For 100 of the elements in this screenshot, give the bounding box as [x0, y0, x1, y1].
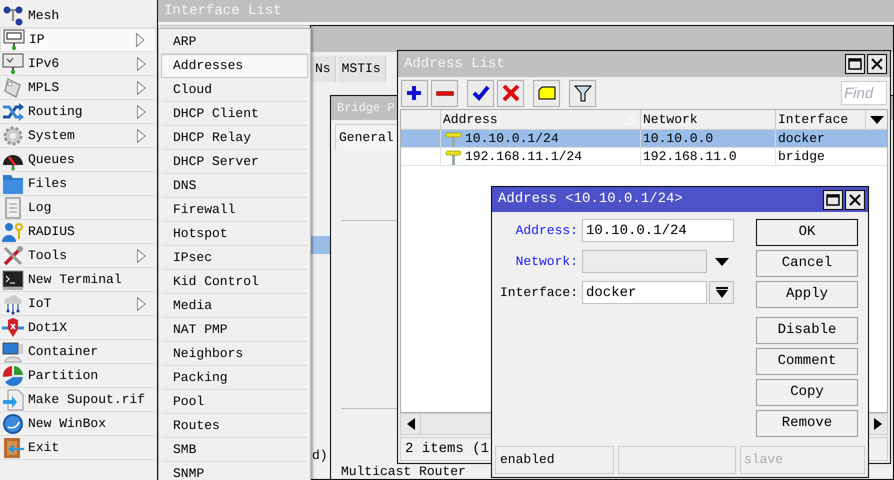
menu-item[interactable]: Log — [0, 196, 156, 220]
status-text: d) — [312, 447, 328, 465]
shield-icon — [2, 316, 24, 338]
menu-item[interactable]: Make Supout.rif — [0, 388, 156, 412]
close-button[interactable] — [845, 190, 865, 210]
tab[interactable]: General — [335, 124, 398, 150]
tab[interactable]: MSTIs — [338, 56, 386, 82]
status-text: 2 items (1 — [405, 440, 490, 458]
dialog-button[interactable]: Disable — [756, 317, 858, 344]
remove-button[interactable] — [431, 80, 458, 106]
dialog-button[interactable]: Comment — [756, 348, 858, 375]
menu-item[interactable]: IPv6 — [0, 52, 156, 76]
person-key-icon — [2, 220, 24, 242]
dialog-button[interactable]: Apply — [756, 281, 858, 308]
table-cell-text: 192.168.11.1/24 — [465, 148, 582, 166]
menu-item[interactable]: MPLS — [0, 76, 156, 100]
dialog-button[interactable]: Cancel — [756, 250, 858, 277]
menu-item[interactable]: Pool — [161, 390, 308, 414]
circle-logo-icon — [2, 412, 24, 434]
column-header[interactable]: Interface — [776, 110, 866, 129]
menu-item[interactable]: Neighbors — [161, 342, 308, 366]
menu-item[interactable]: IPsec — [161, 246, 308, 270]
selected-row[interactable] — [311, 236, 331, 254]
cloud-icon — [2, 292, 24, 314]
maximize-button[interactable] — [823, 190, 843, 210]
menu-item[interactable]: Kid Control — [161, 270, 308, 294]
monitor-icon — [2, 340, 24, 362]
close-icon — [871, 58, 883, 70]
input-field[interactable]: docker — [582, 281, 707, 304]
maximize-icon — [848, 58, 862, 70]
pin-icon — [445, 130, 461, 146]
maximize-icon — [826, 194, 840, 206]
table-cell-text: docker — [777, 130, 826, 147]
menu-item[interactable]: Tools — [0, 244, 156, 268]
dropdown-arrow-icon — [715, 258, 729, 266]
menu-item[interactable]: SNMP — [161, 462, 308, 480]
wrench-icon — [2, 244, 24, 266]
menu-item[interactable]: Packing — [161, 366, 308, 390]
column-header[interactable]: Address — [441, 110, 641, 129]
field-label: Interface: — [498, 284, 579, 302]
dropdown-arrow-icon — [716, 287, 728, 298]
arrows-icon — [2, 100, 24, 122]
input-field[interactable]: 10.10.0.1/24 — [582, 219, 734, 242]
menu-item[interactable]: DHCP Client — [161, 102, 308, 126]
column-header[interactable]: Network — [641, 110, 776, 129]
folder-icon — [2, 172, 24, 194]
menu-item[interactable]: Cloud — [161, 78, 308, 102]
menu-item[interactable]: Partition — [0, 364, 156, 388]
table-row[interactable]: 10.10.0.1/24 10.10.0.0 docker — [401, 130, 887, 148]
table-row[interactable]: 192.168.11.1/24 192.168.11.0 bridge — [401, 148, 887, 166]
dialog-button[interactable]: Copy — [756, 379, 858, 406]
window-title: Address <10.10.0.1/24> — [498, 190, 684, 209]
filter-icon — [574, 84, 592, 102]
note-icon — [538, 84, 556, 102]
menu-item[interactable]: Files — [0, 172, 156, 196]
menu-item[interactable]: RADIUS — [0, 220, 156, 244]
dropdown-button[interactable] — [709, 281, 734, 304]
add-button[interactable] — [401, 80, 428, 106]
menu-item[interactable]: System — [0, 124, 156, 148]
filter-button[interactable] — [569, 80, 596, 106]
dialog-button[interactable]: OK — [756, 219, 858, 246]
disable-button[interactable] — [497, 80, 524, 106]
monitor-icon — [3, 29, 25, 51]
menu-item[interactable]: DHCP Relay — [161, 126, 308, 150]
menu-item[interactable]: Routing — [0, 100, 156, 124]
close-button[interactable] — [867, 54, 887, 74]
cross-icon — [502, 84, 520, 102]
menu-item[interactable]: New Terminal — [0, 268, 156, 292]
maximize-button[interactable] — [845, 54, 865, 74]
dialog-button[interactable]: Remove — [756, 410, 858, 437]
status-text: slave — [744, 451, 784, 470]
door-icon — [2, 436, 24, 458]
menu-item[interactable]: Firewall — [161, 198, 308, 222]
enable-button[interactable] — [467, 80, 494, 106]
tab[interactable]: Ns — [311, 56, 336, 82]
comment-button[interactable] — [533, 80, 560, 106]
dropdown-arrow-icon — [870, 116, 884, 124]
menu-item[interactable]: Queues — [0, 148, 156, 172]
menu-item[interactable]: Container — [0, 340, 156, 364]
menu-item[interactable]: Dot1X — [0, 316, 156, 340]
menu-item[interactable]: IP — [0, 28, 156, 52]
menu-item[interactable]: Addresses — [161, 54, 308, 78]
menu-item[interactable]: Exit — [0, 436, 156, 460]
menu-item[interactable]: DNS — [161, 174, 308, 198]
menu-item[interactable]: Media — [161, 294, 308, 318]
table-cell: 10.10.0.0 — [641, 130, 776, 147]
menu-item[interactable]: New WinBox — [0, 412, 156, 436]
menu-item[interactable]: Routes — [161, 414, 308, 438]
pie-chart-icon — [2, 364, 24, 386]
table-cell-text: 10.10.0.1/24 — [465, 130, 559, 148]
menu-item[interactable]: IoT — [0, 292, 156, 316]
menu-item[interactable]: DHCP Server — [161, 150, 308, 174]
menu-item[interactable]: NAT PMP — [161, 318, 308, 342]
menu-item[interactable]: Hotspot — [161, 222, 308, 246]
close-icon — [849, 194, 861, 206]
status-text: enabled — [500, 451, 555, 470]
search-field[interactable]: Find — [841, 81, 887, 105]
field-label: Address: — [514, 222, 579, 240]
menu-item[interactable]: SMB — [161, 438, 308, 462]
check-icon — [472, 84, 490, 102]
